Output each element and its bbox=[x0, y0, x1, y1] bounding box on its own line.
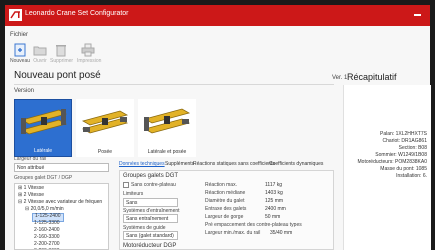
guide-system-select[interactable]: Sans (galet standard) bbox=[123, 231, 178, 240]
print-button-label: Impression bbox=[77, 58, 102, 64]
folder-open-icon bbox=[33, 46, 47, 56]
version-card-lateral[interactable]: Latérale bbox=[14, 99, 72, 157]
summary-panel: Palan: 1XL2HHXT7S Chariot: DR1AG861 Sect… bbox=[343, 85, 431, 250]
guide-system-value: Sans (galet standard) bbox=[126, 233, 174, 239]
param-label: Largeur min./max. du rail bbox=[205, 230, 261, 236]
guides-value: Sans bbox=[126, 200, 138, 206]
app-window: Leonardo Crane Set Configurator Fichier … bbox=[5, 5, 431, 250]
counter-plate-checkbox[interactable] bbox=[123, 182, 129, 188]
summary-line: Sommier: W1249/1B08 bbox=[375, 152, 427, 158]
minimize-icon[interactable] bbox=[414, 14, 421, 16]
drive-select[interactable]: Sans entraînement bbox=[123, 214, 178, 223]
rail-width-select[interactable]: Non attribué bbox=[14, 163, 109, 172]
summary-line: Section: B08 bbox=[398, 145, 427, 151]
configuration-tree[interactable]: ⊞ 1 Vitesse ⊞ 2 Vitesse ⊟ 2 Vitesse avec… bbox=[14, 183, 109, 250]
new-button-label: Nouveau bbox=[9, 58, 30, 64]
param-label: Diamètre du galet bbox=[205, 198, 245, 204]
divider bbox=[14, 84, 334, 85]
tree-item[interactable]: ⊟ 20,0/5,0 m/min bbox=[25, 206, 64, 213]
window-title: Leonardo Crane Set Configurator bbox=[25, 10, 129, 17]
tab-technical-data[interactable]: Données techniques bbox=[119, 161, 165, 167]
new-button[interactable]: Nouveau bbox=[9, 43, 31, 64]
page-title: Nouveau pont posé bbox=[14, 70, 101, 81]
open-button[interactable]: Ouvrir bbox=[29, 43, 51, 64]
version-card-posed[interactable]: Posée bbox=[76, 99, 134, 157]
tab-dynamic-coefficients[interactable]: Coefficients dynamiques bbox=[269, 161, 323, 167]
tree-item[interactable]: ⊞ 2 Vitesse bbox=[18, 192, 44, 199]
guides-label: Limiteurs bbox=[123, 191, 144, 197]
rail-width-value: Non attribué bbox=[17, 165, 45, 171]
summary-line: Masse du pont: 1085 bbox=[380, 166, 427, 172]
param-value: 35/40 mm bbox=[270, 230, 293, 236]
param-label: Réaction max. bbox=[205, 182, 237, 188]
param-label: Réaction médiane bbox=[205, 190, 246, 196]
version-number: Ver. 1 bbox=[332, 75, 348, 81]
version-card-caption: Latérale bbox=[33, 148, 53, 154]
open-button-label: Ouvrir bbox=[33, 58, 47, 64]
crane-lateral-image bbox=[20, 109, 68, 135]
param-value: 2400 mm bbox=[265, 206, 286, 212]
version-card-caption: Latérale et posée bbox=[147, 149, 187, 155]
delete-button[interactable]: Supprimer bbox=[50, 43, 74, 64]
summary-line: Installation: 6. bbox=[396, 173, 427, 179]
rail-width-label: Largeur du rail bbox=[14, 156, 47, 162]
counter-plate-label: Sans contre-plateau bbox=[131, 182, 176, 188]
crane-posed-image bbox=[81, 110, 129, 134]
param-label: Pré empaccement des contre-plateau types bbox=[205, 222, 302, 228]
print-button[interactable]: Impression bbox=[77, 43, 102, 64]
param-value: 1117 kg bbox=[265, 182, 283, 188]
tree-item[interactable]: 2-200-2700 bbox=[34, 241, 60, 248]
groups-label: Groupes galet DGT / DGP bbox=[14, 175, 73, 181]
summary-line: Chariot: DR1AG861 bbox=[382, 138, 427, 144]
printer-icon bbox=[81, 43, 95, 57]
tree-item[interactable]: ⊟ 2 Vitesse avec variateur de fréquen bbox=[18, 199, 102, 206]
tree-item[interactable]: 2-160-2400 bbox=[34, 227, 60, 234]
param-value: 1403 kg bbox=[265, 190, 283, 196]
drive-value: Sans entraînement bbox=[126, 216, 169, 222]
param-value: 125 mm bbox=[265, 198, 284, 204]
tab-static-reactions[interactable]: Réactions statiques sans coefficients bbox=[193, 161, 275, 167]
title-bar: Leonardo Crane Set Configurator bbox=[5, 5, 430, 26]
summary-line: Motoréducteurs: POM2838KA0 bbox=[357, 159, 427, 165]
delete-button-label: Supprimer bbox=[50, 58, 74, 64]
param-label: Largeur de gorge bbox=[205, 214, 244, 220]
group-dgt-panel: Groupes galets DGT Sans contre-plateau L… bbox=[119, 170, 334, 250]
tree-item[interactable]: ⊞ 1 Vitesse bbox=[18, 185, 44, 192]
summary-line: Palan: 1XL2HHXT7S bbox=[380, 131, 427, 137]
summary-title: Récapitulatif bbox=[347, 72, 397, 82]
guides-select[interactable]: Sans bbox=[123, 198, 178, 207]
param-label: Entraxe des galets bbox=[205, 206, 247, 212]
crane-lateral-posed-image bbox=[143, 108, 191, 134]
tree-item[interactable]: 2-160-3300 bbox=[34, 234, 60, 241]
version-card-lateral-posed[interactable]: Latérale et posée bbox=[138, 99, 196, 157]
param-value: 50 mm bbox=[265, 214, 281, 220]
new-file-icon bbox=[14, 43, 26, 57]
crane-logo-icon bbox=[9, 9, 22, 21]
tree-item[interactable]: 1-125-3300 bbox=[34, 220, 60, 227]
group-dgp-title: Motoréducteur DGP bbox=[123, 243, 177, 249]
tab-supplements[interactable]: Suppléments bbox=[165, 161, 194, 167]
group-dgt-title: Groupes galets DGT bbox=[123, 173, 179, 179]
delete-icon bbox=[56, 45, 66, 57]
menu-file[interactable]: Fichier bbox=[10, 32, 28, 38]
version-card-caption: Posée bbox=[97, 149, 113, 155]
version-label: Version bbox=[14, 88, 35, 94]
